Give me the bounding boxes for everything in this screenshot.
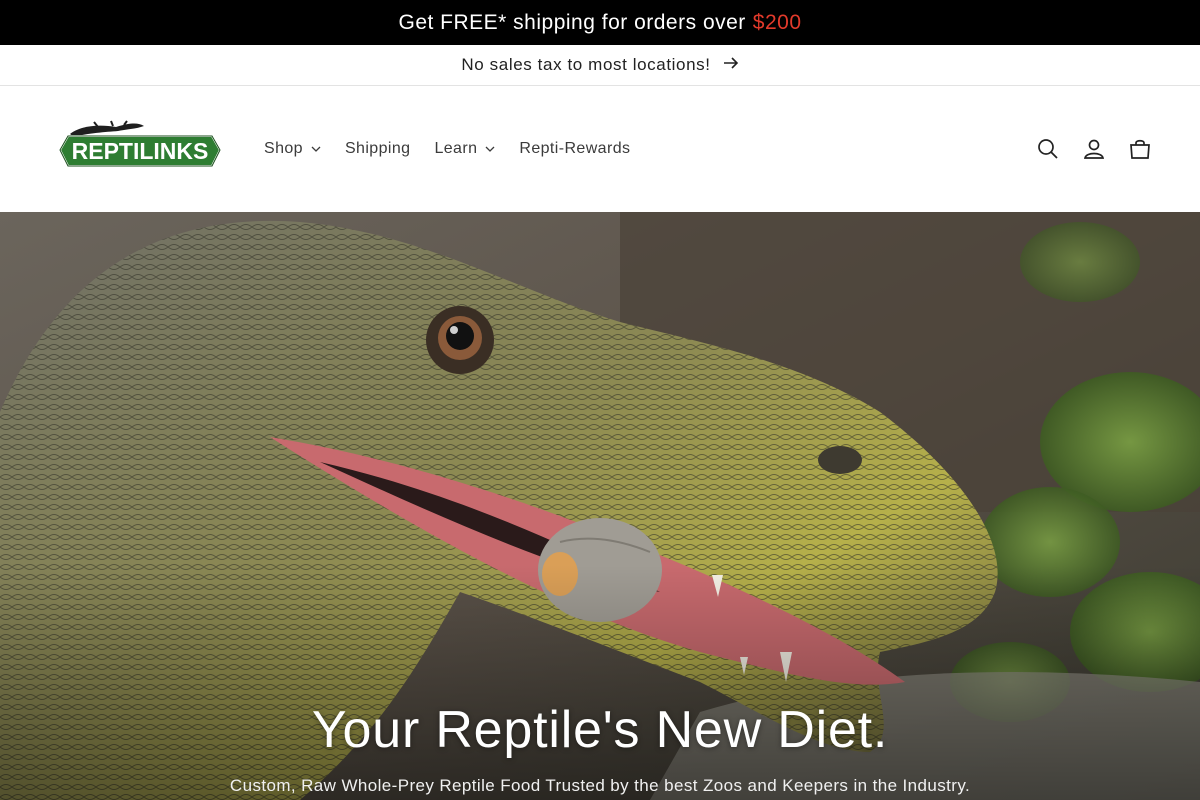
- main-nav: Shop Shipping Learn Repti-Rewards: [252, 86, 642, 212]
- hero-subtitle: Custom, Raw Whole-Prey Reptile Food Trus…: [229, 776, 971, 795]
- announcement-text[interactable]: No sales tax to most locations!: [461, 55, 710, 75]
- promo-price: $200: [752, 10, 802, 34]
- site-header: REPTILINKS Shop Shipping Learn Repti-Rew…: [0, 86, 1200, 212]
- promo-text: Get FREE* shipping for orders over: [398, 10, 746, 34]
- announcement-bar[interactable]: No sales tax to most locations!: [0, 45, 1200, 86]
- nav-shipping-label[interactable]: Shipping: [345, 140, 410, 158]
- hero-banner: Your Reptile's New Diet. Custom, Raw Who…: [0, 212, 1200, 800]
- logo-text: REPTILINKS: [72, 138, 209, 164]
- promo-bar: Get FREE* shipping for orders over $200: [0, 0, 1200, 45]
- nav-learn-label[interactable]: Learn: [434, 140, 477, 158]
- cart-icon[interactable]: [1120, 129, 1160, 169]
- search-icon[interactable]: [1028, 129, 1068, 169]
- header-icons: [1028, 86, 1160, 212]
- nav-shop-label[interactable]: Shop: [264, 140, 303, 158]
- account-icon[interactable]: [1074, 129, 1114, 169]
- nav-repti-rewards[interactable]: Repti-Rewards: [507, 129, 642, 169]
- chevron-down-icon[interactable]: [485, 144, 495, 154]
- arrow-right-icon[interactable]: [723, 56, 739, 74]
- nav-learn[interactable]: Learn: [422, 129, 507, 169]
- hero-title: Your Reptile's New Diet.: [311, 701, 889, 759]
- nav-shop[interactable]: Shop: [252, 129, 333, 169]
- site-logo[interactable]: REPTILINKS: [58, 120, 222, 172]
- nav-repti-rewards-label[interactable]: Repti-Rewards: [519, 140, 630, 158]
- chevron-down-icon[interactable]: [311, 144, 321, 154]
- nav-shipping[interactable]: Shipping: [333, 129, 422, 169]
